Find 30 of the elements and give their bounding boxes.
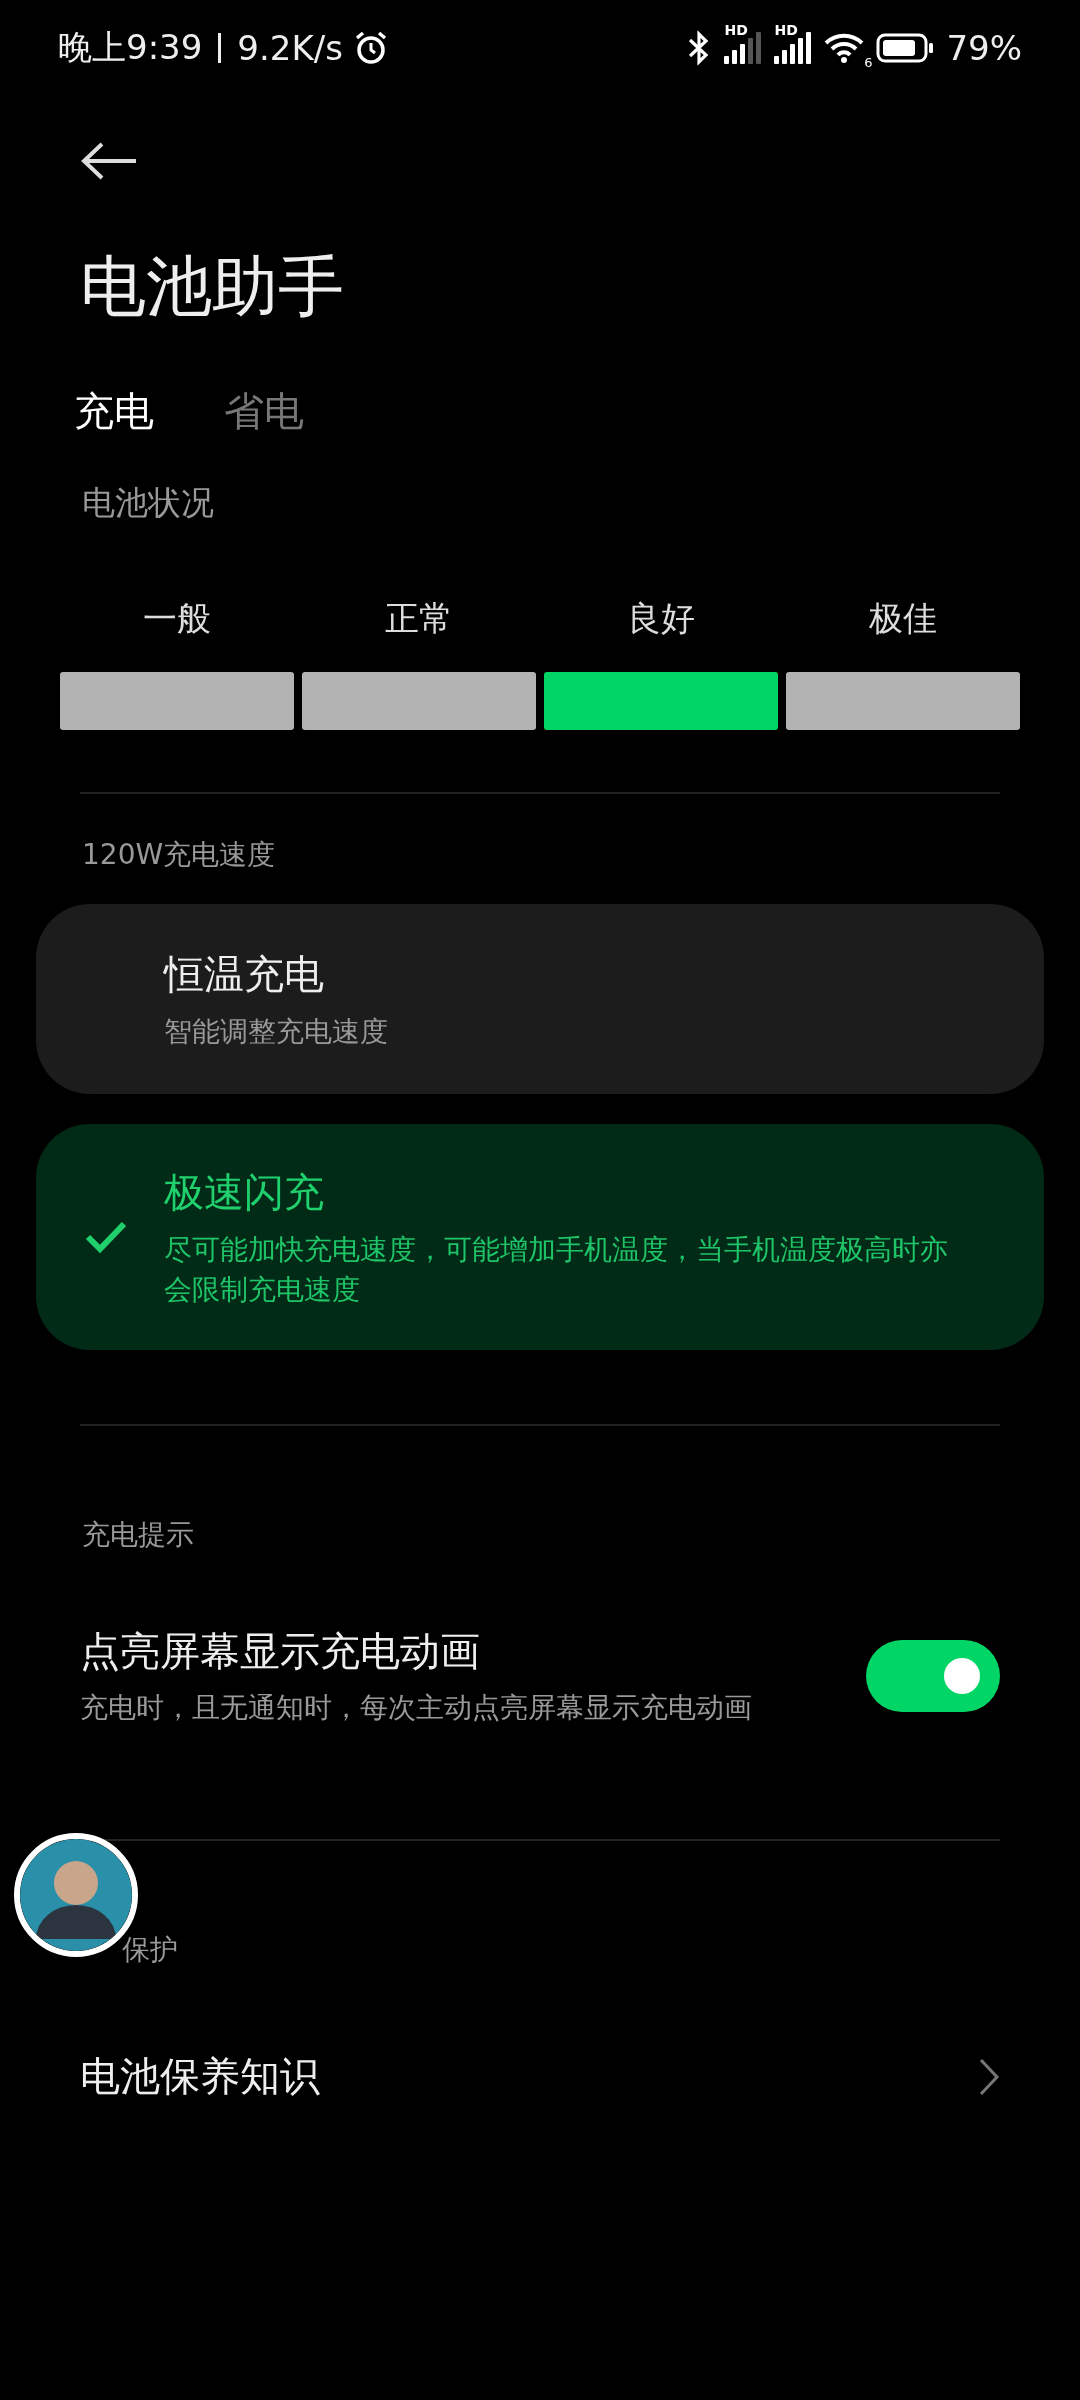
wifi-icon [824,32,865,64]
level-label: 正常 [385,597,453,640]
option-description: 智能调整充电速度 [164,1013,388,1050]
level-label: 一般 [143,597,211,640]
network-type-label: HD [774,22,798,38]
option-description: 尽可能加快充电速度，可能增加手机温度，当手机温度极高时亦会限制充电速度 [164,1232,949,1308]
wifi-label: 6 [864,55,873,70]
level-label: 极佳 [869,597,937,640]
battery-percent: 79% [946,28,1022,68]
setting-description: 充电时，且无通知时，每次主动点亮屏幕显示充电动画 [80,1690,753,1726]
charging-option[interactable]: 恒温充电 智能调整充电速度 [36,904,1044,1094]
section-heading: 保护 [122,1932,179,1968]
tab[interactable]: 省电 [224,384,304,439]
status-time: 晚上9:39 [58,26,203,69]
network-type-label: HD [724,22,748,38]
battery-icon [876,33,935,63]
option-title: 恒温充电 [164,949,325,999]
section-heading: 充电提示 [82,1517,195,1553]
section-heading: 120W充电速度 [82,837,277,873]
option-title: 极速闪充 [164,1168,325,1218]
charging-option[interactable]: 极速闪充 尽可能加快充电速度，可能增加手机温度，当手机温度极高时亦会限制充电速度 [36,1124,1044,1350]
network-speed: 9.2K/s [237,28,343,68]
tab[interactable]: 充电 [74,384,154,439]
battery-care-link[interactable]: 电池保养知识 [80,2049,1000,2104]
checkmark-icon [84,1220,128,1254]
setting-title: 点亮屏幕显示充电动画 [80,1627,481,1676]
section-heading: 电池状况 [82,482,215,524]
chevron-right-icon [978,2056,1000,2097]
page-title: 电池助手 [80,247,345,327]
level-label: 良好 [627,597,695,640]
